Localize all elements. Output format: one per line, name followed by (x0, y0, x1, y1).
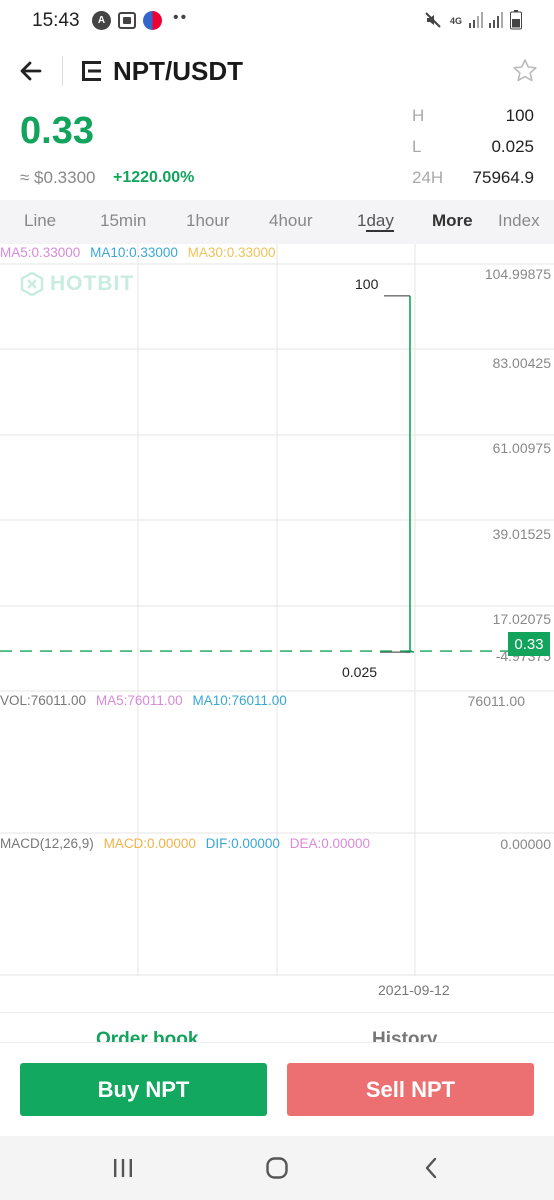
current-price-tag: 0.33 (508, 632, 550, 656)
ma5-value: MA5:0.33000 (0, 245, 81, 260)
chevron-left-icon (425, 1157, 437, 1179)
tab-15min[interactable]: 15min (100, 211, 146, 231)
app-header: NPT/USDT (0, 42, 554, 104)
arrow-left-icon (20, 61, 42, 81)
macd-axis-label: 0.00000 (500, 836, 551, 852)
more-dots-icon: •• (173, 9, 189, 26)
star-icon (513, 59, 537, 82)
home-icon (266, 1157, 288, 1179)
y-axis-label: 61.00975 (492, 440, 551, 456)
chart-grid (0, 244, 554, 976)
pair-menu-icon[interactable] (80, 60, 104, 82)
app-notification-icon (143, 10, 162, 30)
bottom-tabs: Order book History (0, 1012, 554, 1042)
vol-ma10-value: MA10:76011.00 (192, 693, 287, 708)
stat-label-24h: 24H (412, 168, 444, 187)
vol-value: VOL:76011.00 (0, 693, 87, 708)
signal-icon (468, 10, 484, 30)
stat-value-low: 0.025 (491, 137, 534, 156)
back-button[interactable] (16, 56, 46, 86)
dif-value: DIF:0.00000 (205, 836, 280, 851)
home-button[interactable] (257, 1152, 297, 1184)
mute-icon (424, 10, 442, 30)
trade-actions: Buy NPT Sell NPT (0, 1042, 554, 1136)
kline-chart[interactable] (0, 244, 554, 996)
buy-button[interactable]: Buy NPT (20, 1063, 267, 1116)
watermark-text: HOTBIT (50, 272, 135, 295)
hotbit-logo-icon (20, 272, 44, 296)
price-summary: 0.33 ≈ $0.3300 +1220.00% H 100 L 0.025 2… (0, 104, 554, 200)
ma30-value: MA30:0.33000 (187, 245, 276, 260)
ma-legend: MA5:0.33000 MA10:0.33000 MA30:0.33000 (0, 245, 276, 260)
stat-label-low: L (412, 137, 422, 156)
signal-icon-2 (488, 10, 504, 30)
x-axis-date-label: 2021-09-12 (378, 982, 450, 998)
tab-1hour[interactable]: 1hour (186, 211, 229, 231)
macd-legend: MACD(12,26,9) MACD:0.00000 DIF:0.00000 D… (0, 836, 370, 851)
ma10-value: MA10:0.33000 (90, 245, 178, 260)
tab-more[interactable]: More (432, 211, 473, 231)
system-nav-bar (0, 1136, 554, 1200)
macd-params: MACD(12,26,9) (0, 836, 94, 851)
header-divider (62, 56, 63, 86)
interval-tabs: Line 15min 1hour 4hour 1day More Index (0, 200, 554, 244)
recent-apps-icon (114, 1159, 132, 1177)
chart-canvas[interactable] (0, 244, 554, 996)
last-price: 0.33 (20, 110, 94, 152)
stat-value-24h: 75964.9 (472, 168, 534, 187)
volume-legend: VOL:76011.00 MA5:76011.00 MA10:76011.00 (0, 693, 287, 708)
tab-4hour[interactable]: 4hour (269, 211, 312, 231)
4g-data-icon: 4G (450, 16, 463, 26)
low-mark-label: 0.025 (342, 664, 378, 680)
stat-label-high: H (412, 106, 425, 125)
stat-value-high: 100 (505, 106, 534, 125)
sell-button[interactable]: Sell NPT (287, 1063, 534, 1116)
page-title[interactable]: NPT/USDT (113, 56, 243, 87)
dea-value: DEA:0.00000 (289, 836, 371, 851)
vol-ma5-value: MA5:76011.00 (95, 693, 183, 708)
status-bar: 15:43 A •• 4G (0, 0, 554, 42)
y-axis-label: 39.01525 (492, 526, 551, 542)
price-usd-approx: ≈ $0.3300 (20, 168, 96, 187)
hotbit-watermark: HOTBIT (20, 272, 134, 296)
price-change-percent: +1220.00% (113, 169, 195, 186)
y-axis-label: 17.02075 (492, 611, 551, 627)
tab-1day-underlined: day (366, 211, 394, 232)
tab-history[interactable]: History (372, 1029, 437, 1042)
tab-index[interactable]: Index (498, 211, 540, 231)
screen-record-icon (118, 10, 136, 30)
system-back-button[interactable] (412, 1152, 452, 1184)
recent-apps-button[interactable] (103, 1152, 143, 1184)
volume-axis-label: 76011.00 (467, 693, 525, 709)
y-axis-label: 83.00425 (492, 355, 551, 371)
tab-order-book[interactable]: Order book (96, 1029, 198, 1042)
a-badge-icon: A (92, 10, 111, 30)
status-time: 15:43 (32, 10, 80, 31)
tab-1day[interactable]: 1day (357, 211, 394, 232)
macd-value: MACD:0.00000 (103, 836, 196, 851)
favorite-star-button[interactable] (512, 58, 538, 84)
y-axis-label: 104.99875 (484, 266, 551, 282)
high-mark-label: 100 (355, 276, 379, 292)
tab-line[interactable]: Line (24, 211, 56, 231)
battery-icon (510, 10, 522, 30)
